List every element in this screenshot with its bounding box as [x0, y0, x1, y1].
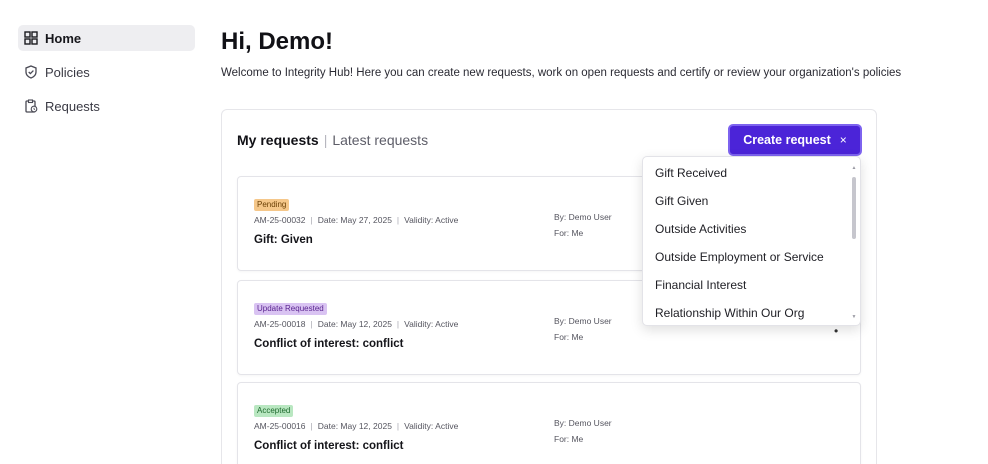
request-meta: AM-25-00016 | Date: May 12, 2025 | Validity:… — [254, 421, 459, 431]
request-item[interactable]: Accepted AM-25-00016 | Date: May 12, 2025 |… — [237, 382, 861, 464]
sidebar: Home Policies Requests — [0, 0, 206, 464]
menu-item-relationship-within-org[interactable]: Relationship Within Our Org — [655, 306, 804, 320]
request-by: By: Demo User — [554, 212, 612, 222]
status-badge: Pending — [254, 199, 290, 211]
scroll-down-icon[interactable]: ▼ — [851, 314, 857, 320]
request-date: Date: May 12, 2025 — [317, 319, 392, 329]
request-meta: AM-25-00018 | Date: May 12, 2025 | Validity:… — [254, 319, 459, 329]
request-date: Date: May 12, 2025 — [317, 421, 392, 431]
dashboard-icon — [24, 31, 38, 45]
sidebar-item-label: Home — [45, 30, 82, 46]
create-request-menu: Gift Received Gift Given Outside Activit… — [642, 156, 861, 326]
request-meta: AM-25-00032 | Date: May 27, 2025 | Validity:… — [254, 215, 459, 225]
request-validity: Validity: Active — [404, 319, 459, 329]
request-for: For: Me — [554, 228, 584, 238]
request-tabs: My requests | Latest requests — [237, 132, 428, 148]
status-badge: Accepted — [254, 405, 294, 417]
shield-check-icon — [24, 65, 38, 79]
request-title: Conflict of interest: conflict — [254, 338, 404, 350]
close-icon[interactable]: × — [840, 133, 847, 147]
request-id: AM-25-00016 — [254, 421, 306, 431]
request-by: By: Demo User — [554, 316, 612, 326]
menu-scrollbar[interactable]: ▲ ▼ — [851, 165, 857, 320]
clipboard-icon — [24, 99, 38, 113]
status-badge: Update Requested — [254, 303, 327, 315]
request-for: For: Me — [554, 332, 584, 342]
request-id: AM-25-00032 — [254, 215, 306, 225]
sidebar-item-label: Policies — [45, 64, 90, 80]
menu-item-financial-interest[interactable]: Financial Interest — [655, 278, 746, 292]
request-by: By: Demo User — [554, 418, 612, 428]
sidebar-item-requests[interactable]: Requests — [18, 93, 195, 119]
tab-latest-requests[interactable]: Latest requests — [332, 132, 428, 148]
menu-item-outside-activities[interactable]: Outside Activities — [655, 222, 746, 236]
scrollbar-thumb[interactable] — [852, 177, 856, 239]
create-request-label: Create request — [743, 133, 831, 147]
scroll-up-icon[interactable]: ▲ — [851, 165, 857, 171]
menu-item-outside-employment[interactable]: Outside Employment or Service — [655, 250, 824, 264]
tab-my-requests[interactable]: My requests — [237, 132, 319, 148]
menu-item-gift-given[interactable]: Gift Given — [655, 194, 708, 208]
tab-divider: | — [323, 132, 328, 148]
sidebar-item-policies[interactable]: Policies — [18, 59, 195, 85]
request-validity: Validity: Active — [404, 421, 459, 431]
request-title: Gift: Given — [254, 234, 313, 246]
welcome-text: Welcome to Integrity Hub! Here you can c… — [221, 67, 902, 79]
request-validity: Validity: Active — [404, 215, 459, 225]
request-id: AM-25-00018 — [254, 319, 306, 329]
sidebar-item-home[interactable]: Home — [18, 25, 195, 51]
request-title: Conflict of interest: conflict — [254, 440, 404, 452]
create-request-button[interactable]: Create request × — [728, 124, 862, 156]
request-date: Date: May 27, 2025 — [317, 215, 392, 225]
menu-item-gift-received[interactable]: Gift Received — [655, 166, 727, 180]
sidebar-item-label: Requests — [45, 98, 100, 114]
more-options-icon[interactable]: • — [834, 324, 838, 338]
request-for: For: Me — [554, 434, 584, 444]
page-title: Hi, Demo! — [221, 28, 334, 55]
